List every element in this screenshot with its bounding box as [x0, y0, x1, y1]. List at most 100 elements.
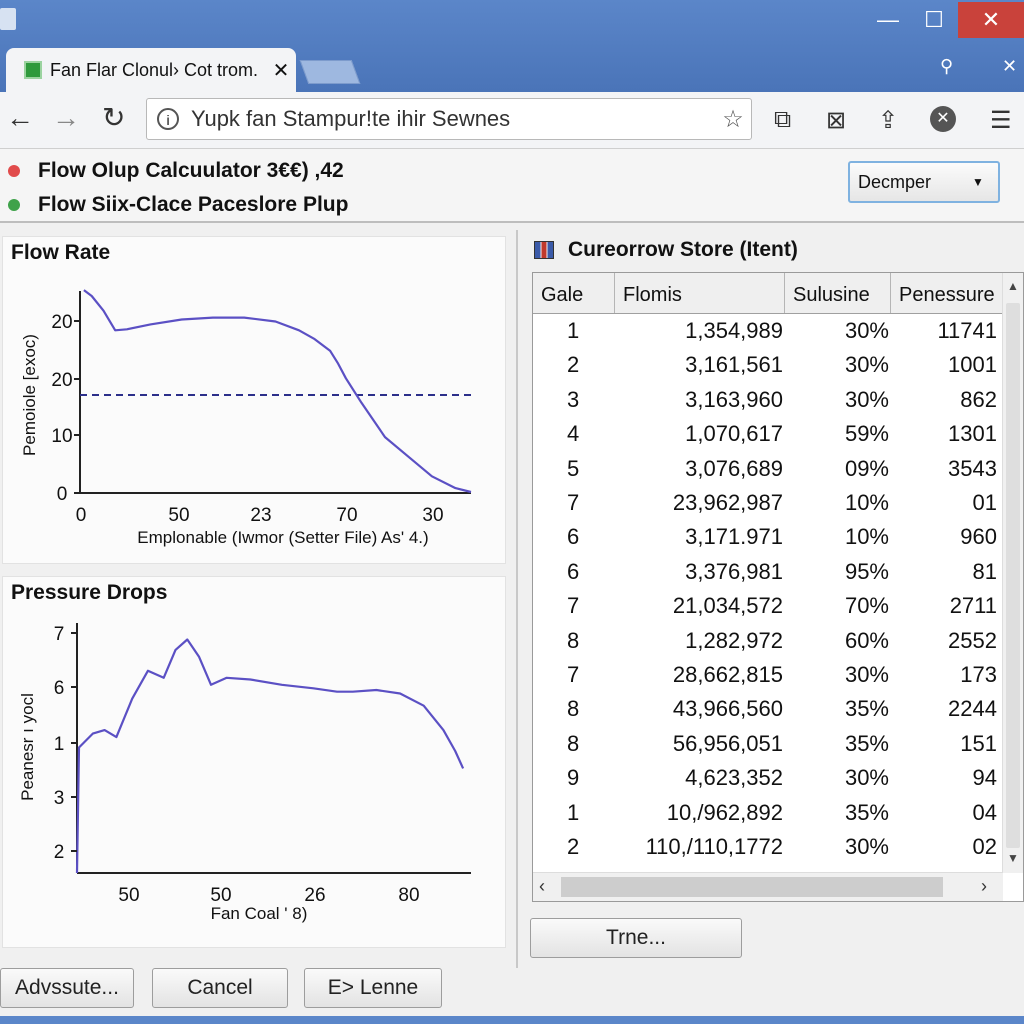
dropdown-value: Decmper	[858, 171, 932, 192]
back-icon[interactable]: ←	[6, 104, 34, 132]
table-cell: 1	[567, 799, 580, 825]
table-cell: 151	[960, 730, 997, 756]
next-button[interactable]: E> Lenne	[304, 968, 442, 1008]
tab-close-icon[interactable]: ✕	[266, 58, 296, 83]
vertical-scrollbar[interactable]: ▲ ▼	[1002, 273, 1023, 873]
browser-tab[interactable]: Fan Flar Clonul› Cot trom. ✕	[6, 48, 296, 92]
scroll-thumb[interactable]	[561, 877, 943, 897]
scroll-left-icon[interactable]: ‹	[539, 876, 545, 897]
y-tick-label: 3	[54, 788, 65, 809]
reload-icon[interactable]: ↻	[102, 104, 125, 132]
status-dot-icon	[8, 199, 20, 211]
table-cell: 30%	[844, 318, 889, 343]
table-row[interactable]: 6 3,171.971 10% 960	[533, 520, 1003, 554]
table-row[interactable]: 2 3,161,561 30% 1001	[533, 348, 1003, 382]
time-button[interactable]: Trne...	[530, 918, 742, 958]
data-table[interactable]: Gale Flomis Sulusine Penessure 1 1,354,989 30…	[532, 272, 1024, 902]
scroll-right-icon[interactable]: ›	[981, 876, 987, 897]
app-header-line-1: Flow Olup Calcuulator 3€€) ,42	[8, 159, 344, 183]
table-cell: 10%	[844, 490, 889, 515]
table-cell: 2552	[948, 627, 997, 653]
extension-icon[interactable]: ⧉	[774, 106, 791, 134]
table-cell: 7	[567, 593, 580, 619]
table-row[interactable]: 7 23,962,987 10% 01	[533, 486, 1003, 520]
new-tab-button[interactable]	[299, 60, 361, 84]
x-axis-label: Emplonable (Iwmor (Setter File) As' 4.)	[137, 528, 428, 547]
table-cell: 02	[972, 834, 997, 859]
table-cell: 21,034,572	[672, 593, 783, 619]
scroll-up-icon[interactable]: ▲	[1007, 279, 1019, 293]
table-cell: 30%	[844, 662, 889, 687]
table-cell: 2	[567, 834, 580, 859]
address-input[interactable]	[189, 105, 715, 133]
minimize-button[interactable]: —	[868, 2, 908, 38]
app-title: Flow Olup Calcuulator 3€€) ,42	[38, 159, 344, 182]
y-tick-label: 6	[54, 678, 65, 699]
table-cell: 3,163,960	[685, 386, 783, 412]
column-header[interactable]: Sulusine	[785, 273, 891, 313]
grid-icon[interactable]: ⊠	[826, 106, 846, 135]
table-cell: 173	[960, 662, 997, 687]
address-bar[interactable]: i ☆	[146, 98, 752, 140]
table-cell: 09%	[844, 455, 889, 481]
table-row[interactable]: 7 28,662,815 30% 173	[533, 658, 1003, 692]
scroll-thumb[interactable]	[1006, 303, 1020, 848]
table-cell: 43,966,560	[672, 696, 783, 722]
table-row[interactable]: 3 3,163,960 30% 862	[533, 383, 1003, 417]
table-row[interactable]: 8 43,966,560 35% 2244	[533, 692, 1003, 726]
cancel-button[interactable]: Cancel	[152, 968, 288, 1008]
table-icon	[534, 241, 554, 259]
stop-icon[interactable]: ✕	[930, 106, 956, 132]
advanced-button[interactable]: Advssute...	[0, 968, 134, 1008]
table-row[interactable]: 1 10,/962,892 35% 04	[533, 796, 1003, 830]
table-row[interactable]: 1 1,354,989 30% 11741	[533, 314, 1003, 348]
table-cell: 2711	[949, 593, 997, 619]
horizontal-scrollbar[interactable]: ‹ ›	[533, 872, 1003, 901]
table-row[interactable]: 9 4,623,352 30% 94	[533, 761, 1003, 795]
table-cell: 5	[567, 455, 580, 481]
y-axis-label: Peanesr ı yocl	[18, 693, 37, 801]
menu-icon[interactable]: ☰	[990, 106, 1012, 135]
table-cell: 1,354,989	[685, 318, 783, 343]
close-window-button[interactable]: ✕	[958, 2, 1024, 38]
y-tick-label: 20	[51, 312, 72, 333]
table-row[interactable]: 4 1,070,617 59% 1301	[533, 417, 1003, 451]
search-icon[interactable]: ⚲	[940, 56, 953, 77]
table-cell: 6	[567, 558, 580, 584]
window-bottom-border	[0, 1016, 1024, 1024]
table-cell: 23,962,987	[672, 490, 783, 515]
table-row[interactable]: 8 56,956,051 35% 151	[533, 727, 1003, 761]
star-icon[interactable]: ☆	[715, 105, 751, 134]
x-tick-label: 80	[398, 885, 419, 906]
app-subtitle: Flow Siix-Clace Paceslore Plup	[38, 193, 349, 216]
table-row[interactable]: 7 21,034,572 70% 2711	[533, 589, 1003, 623]
mode-dropdown[interactable]: Decmper ▼	[848, 161, 1000, 203]
x-tick-label: 26	[304, 885, 325, 906]
maximize-button[interactable]: ☐	[912, 2, 956, 38]
forward-icon[interactable]: →	[52, 104, 80, 132]
column-header[interactable]: Gale	[533, 273, 615, 313]
scroll-down-icon[interactable]: ▼	[1007, 851, 1019, 865]
table-row[interactable]: 6 3,376,981 95% 81	[533, 555, 1003, 589]
table-cell: 3543	[948, 455, 997, 481]
close-icon[interactable]: ✕	[1002, 56, 1017, 77]
tab-title: Fan Flar Clonul› Cot trom.	[50, 59, 259, 80]
app-header: Flow Olup Calcuulator 3€€) ,42 Flow Siix…	[0, 149, 1024, 223]
table-row[interactable]: 5 3,076,689 09% 3543	[533, 452, 1003, 486]
table-cell: 56,956,051	[672, 730, 783, 756]
column-header[interactable]: Flomis	[615, 273, 785, 313]
column-header[interactable]: Penessure	[891, 273, 1003, 313]
info-icon[interactable]: i	[157, 108, 179, 130]
table-cell: 11741	[937, 318, 997, 343]
pressure-drops-chart: 7 6 1 3 2 50 50 26 80 Fan Coal ' 8) Peanesr ı yocl	[18, 623, 471, 923]
share-icon[interactable]: ⇪	[878, 106, 898, 135]
table-cell: 28,662,815	[672, 662, 783, 687]
table-cell: 1	[567, 318, 580, 343]
table-cell: 95%	[844, 558, 889, 584]
table-row[interactable]: 2 110,/110,1772 30% 02	[533, 830, 1003, 864]
table-cell: 9	[567, 765, 580, 791]
table-cell: 30%	[844, 352, 889, 378]
table-cell: 7	[567, 662, 580, 687]
table-row[interactable]: 8 1,282,972 60% 2552	[533, 624, 1003, 658]
x-tick-label: 50	[210, 885, 231, 906]
